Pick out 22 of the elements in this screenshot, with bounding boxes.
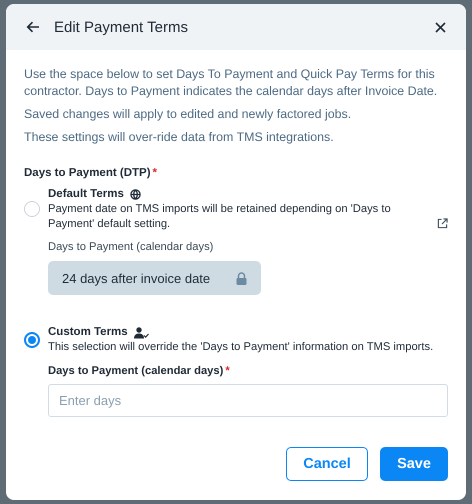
dialog-title: Edit Payment Terms — [54, 18, 189, 36]
globe-icon — [130, 189, 141, 200]
field-label: Days to Payment (calendar days) * — [48, 364, 231, 378]
intro-text: These settings will over-ride data from TMS integrations. — [24, 129, 335, 146]
user-check-icon — [134, 326, 149, 338]
save-button[interactable]: Save — [380, 446, 448, 480]
lock-icon — [236, 272, 247, 284]
days-input-field[interactable]: Enter days — [48, 384, 448, 416]
option-description: Payment date on TMS imports will be retained depending on 'Days to Payment' default setting. — [48, 202, 392, 231]
option-description: This selection will override the 'Days to Payment' information on TMS imports. — [48, 340, 434, 354]
back-arrow-icon[interactable] — [26, 21, 40, 33]
external-link-icon[interactable] — [437, 218, 448, 229]
option-title: Default Terms — [48, 187, 124, 202]
radio-button[interactable] — [24, 332, 40, 348]
locked-field: 24 days after invoice date — [48, 261, 261, 295]
intro-text: Saved changes will apply to edited and newly factored jobs. — [24, 106, 352, 123]
section-label: Days to Payment (DTP) * — [24, 167, 158, 179]
intro-text: Use the space below to set Days To Payment and Quick Pay Terms for this contractor. Days to Payment indicates the calendar days after Invoice Date. — [24, 66, 438, 100]
close-icon[interactable] — [435, 22, 446, 32]
option-title: Custom Terms — [48, 325, 128, 340]
field-label: Days to Payment (calendar days) — [48, 240, 214, 254]
cancel-button[interactable]: Cancel — [286, 446, 368, 480]
